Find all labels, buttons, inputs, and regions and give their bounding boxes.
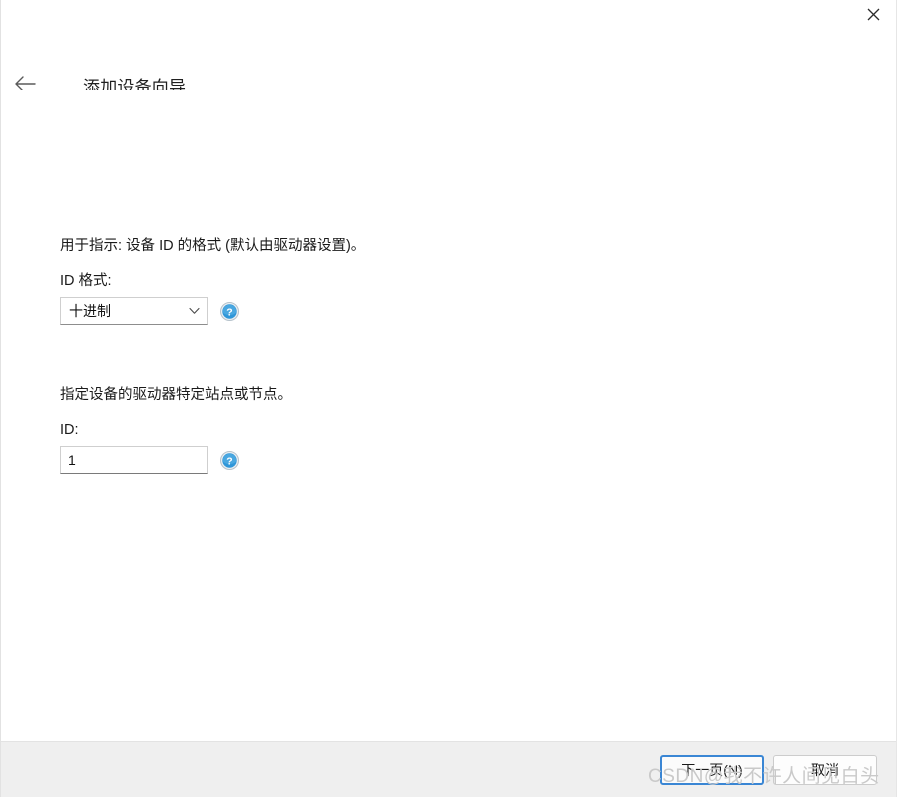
id-format-select[interactable]: 十进制 — [60, 297, 208, 325]
close-icon — [867, 8, 880, 21]
device-id-control-row: ? — [60, 446, 292, 474]
wizard-footer: 下一页(N) 取消 — [1, 741, 896, 797]
help-circle-icon-device-id[interactable]: ? — [220, 450, 239, 470]
svg-text:?: ? — [226, 455, 232, 467]
wizard-header: 添加设备向导 — [1, 28, 896, 97]
wizard-window: 添加设备向导 用于指示: 设备 ID 的格式 (默认由驱动器设置)。 ID 格式… — [0, 0, 897, 797]
cancel-button[interactable]: 取消 — [773, 754, 877, 785]
id-format-description: 用于指示: 设备 ID 的格式 (默认由驱动器设置)。 — [60, 238, 366, 254]
device-id-input[interactable] — [60, 446, 208, 474]
next-button[interactable]: 下一页(N) — [660, 754, 764, 785]
id-format-label: ID 格式: — [60, 273, 112, 289]
svg-text:?: ? — [226, 306, 232, 318]
help-circle-icon-id-format[interactable]: ? — [220, 301, 239, 321]
device-id-description: 指定设备的驱动器特定站点或节点。 — [60, 387, 292, 403]
device-id-section: 指定设备的驱动器特定站点或节点。 ID: ? — [60, 385, 292, 474]
id-format-control-row: 十进制 ? — [60, 297, 365, 325]
chevron-down-icon — [181, 307, 207, 315]
title-bar — [1, 0, 896, 28]
device-id-label: ID: — [60, 422, 79, 438]
close-button[interactable] — [850, 0, 896, 28]
wizard-body: 用于指示: 设备 ID 的格式 (默认由驱动器设置)。 ID 格式: 十进制 ?… — [1, 90, 896, 741]
id-format-selected-value: 十进制 — [69, 303, 111, 319]
id-format-section: 用于指示: 设备 ID 的格式 (默认由驱动器设置)。 ID 格式: 十进制 ? — [60, 236, 365, 325]
